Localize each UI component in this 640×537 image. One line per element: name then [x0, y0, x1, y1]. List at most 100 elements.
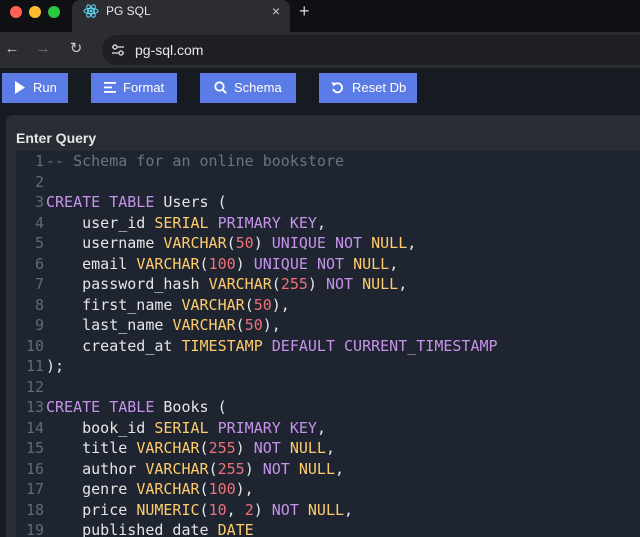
code-token: genre — [46, 480, 137, 498]
code-token: NOT — [325, 275, 354, 293]
code-token: NOT — [316, 254, 345, 273]
code-token: ) — [253, 234, 272, 252]
editor-line[interactable]: 1 -- Schema for an online bookstore — [16, 151, 640, 172]
line-number: 6 — [34, 254, 44, 273]
editor-line[interactable]: 9 last_name VARCHAR(50), — [16, 315, 640, 336]
editor-line[interactable]: 6 email VARCHAR(100) UNIQUE NOT NULL, — [16, 254, 640, 275]
editor-line[interactable]: 4 user_id SERIAL PRIMARY KEY, — [16, 213, 640, 234]
code-token: CREATE — [46, 398, 101, 416]
editor-line[interactable]: 12 — [16, 377, 640, 398]
editor-line[interactable]: 15 title VARCHAR(255) NOT NULL, — [16, 438, 640, 459]
code-token: author — [46, 459, 146, 478]
schema-button[interactable]: Schema — [200, 73, 296, 103]
code-token: ( — [244, 295, 254, 314]
app-root: Run Format Schema Reset Db Enter Query 1… — [0, 68, 640, 537]
code-token: , — [407, 234, 417, 252]
editor-line[interactable]: 10 created_at TIMESTAMP DEFAULT CURRENT_… — [16, 336, 640, 357]
code-token: NOT — [271, 500, 299, 519]
code-token: first_name — [46, 295, 182, 314]
code-token: VARCHAR — [136, 439, 200, 457]
tab-close-icon[interactable]: × — [272, 1, 280, 21]
editor-line[interactable]: 17 genre VARCHAR(100), — [16, 479, 640, 500]
code-token: NULL — [353, 254, 390, 273]
play-icon — [15, 81, 25, 94]
line-number: 13 — [25, 398, 44, 416]
reload-icon[interactable]: ↻ — [66, 37, 86, 61]
reset-db-button[interactable]: Reset Db — [319, 73, 417, 103]
maximize-window-icon[interactable] — [48, 6, 60, 18]
code-token: password_hash — [46, 275, 209, 293]
line-number: 11 — [25, 357, 44, 375]
editor-line[interactable]: 16 author VARCHAR(255) NOT NULL, — [16, 459, 640, 480]
code-token: ( — [199, 254, 209, 273]
code-token: NULL — [289, 439, 326, 457]
code-token: 50 — [253, 295, 272, 314]
code-token: ( — [226, 234, 236, 252]
address-bar[interactable]: pg-sql.com — [102, 35, 640, 65]
editor-line[interactable]: 19 published_date DATE — [16, 520, 640, 537]
code-token: title — [46, 439, 137, 457]
line-number: 10 — [25, 336, 44, 355]
new-tab-icon[interactable]: + — [299, 0, 310, 23]
code-token: 2 — [244, 500, 254, 519]
code-token: NOT — [335, 234, 363, 252]
browser-tab[interactable]: PG SQL × — [72, 0, 290, 32]
code-token: VARCHAR — [136, 480, 200, 498]
line-number: 19 — [25, 521, 44, 537]
editor-line[interactable]: 18 price NUMERIC(10, 2) NOT NULL, — [16, 500, 640, 521]
editor-line[interactable]: 2 — [16, 172, 640, 193]
editor-line[interactable]: 7 password_hash VARCHAR(255) NOT NULL, — [16, 274, 640, 295]
code-token: ) — [244, 459, 263, 478]
code-token: VARCHAR — [172, 316, 236, 334]
line-number: 2 — [34, 172, 44, 191]
code-token: user_id — [46, 213, 155, 232]
editor-line[interactable]: 11); — [16, 356, 640, 377]
undo-icon — [331, 82, 343, 94]
code-token: 50 — [244, 316, 263, 334]
code-token: created_at — [46, 336, 182, 355]
code-token: NULL — [307, 500, 345, 519]
code-token: Books ( — [154, 398, 227, 416]
code-token: ) — [235, 254, 254, 273]
code-token: SERIAL — [154, 418, 209, 437]
run-button[interactable]: Run — [2, 73, 68, 103]
code-token: DEFAULT — [271, 336, 335, 355]
editor-line[interactable]: 5 username VARCHAR(50) UNIQUE NOT NULL, — [16, 233, 640, 254]
editor-line[interactable]: 3 CREATE TABLE Users ( — [16, 192, 640, 213]
line-number: 8 — [34, 295, 44, 314]
line-number: 4 — [34, 213, 44, 232]
back-icon[interactable]: ← — [2, 37, 22, 61]
forward-icon[interactable]: → — [33, 37, 53, 61]
site-info-icon[interactable] — [110, 42, 126, 58]
code-token: ) — [235, 439, 254, 457]
code-token: -- Schema for an online bookstore — [46, 152, 345, 170]
code-token: NULL — [362, 275, 399, 293]
sql-editor[interactable]: 1 -- Schema for an online bookstore 2 3 CREA… — [16, 151, 640, 537]
code-token: UNIQUE — [253, 254, 308, 273]
close-window-icon[interactable] — [10, 6, 22, 18]
line-number: 9 — [34, 316, 44, 334]
editor-line[interactable]: 14 book_id SERIAL PRIMARY KEY, — [16, 418, 640, 439]
code-token: 100 — [208, 254, 236, 273]
run-button-label: Run — [33, 80, 57, 95]
code-token: VARCHAR — [145, 459, 209, 478]
line-number: 18 — [25, 500, 44, 519]
code-token: 255 — [217, 459, 245, 478]
align-left-icon — [104, 82, 116, 93]
editor-line[interactable]: 8 first_name VARCHAR(50), — [16, 295, 640, 316]
code-token: 255 — [208, 439, 236, 457]
code-token: VARCHAR — [136, 254, 200, 273]
code-token: 50 — [235, 234, 254, 252]
format-button[interactable]: Format — [91, 73, 177, 103]
editor-line[interactable]: 13 CREATE TABLE Books ( — [16, 397, 640, 418]
minimize-window-icon[interactable] — [29, 6, 41, 18]
